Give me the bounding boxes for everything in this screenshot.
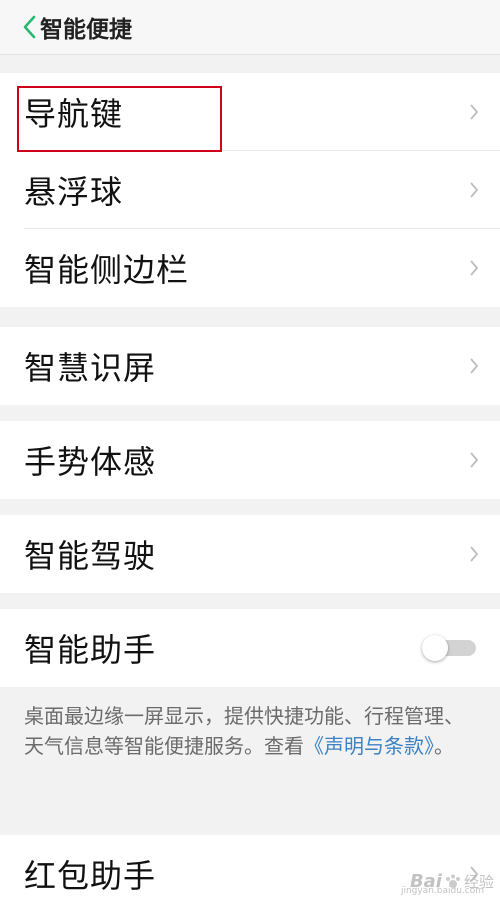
chevron-left-icon <box>23 15 36 39</box>
menu-item-label: 智能驾驶 <box>24 537 157 575</box>
menu-item-label: 红包助手 <box>24 857 157 895</box>
menu-item-label: 智能侧边栏 <box>24 251 190 289</box>
settings-group-3: 手势体感 <box>0 421 500 499</box>
back-button[interactable] <box>0 0 36 54</box>
menu-item-label: 悬浮球 <box>24 173 124 211</box>
watermark-url: jingyan.baidu.com <box>400 886 484 896</box>
menu-item-floating-ball[interactable]: 悬浮球 <box>0 151 500 229</box>
menu-item-smart-screen-recognition[interactable]: 智慧识屏 <box>0 327 500 405</box>
settings-group-2: 智慧识屏 <box>0 327 500 405</box>
chevron-right-icon <box>470 452 479 468</box>
highlight-box <box>17 86 222 152</box>
menu-item-gestures-motion[interactable]: 手势体感 <box>0 421 500 499</box>
chevron-right-icon <box>470 104 479 120</box>
terms-link[interactable]: 《声明与条款》 <box>304 734 434 758</box>
menu-item-label: 智慧识屏 <box>24 349 157 387</box>
smart-assistant-description: 桌面最边缘一屏显示，提供快捷功能、行程管理、天气信息等智能便捷服务。查看《声明与… <box>0 687 500 835</box>
settings-group-5: 智能助手 <box>0 609 500 687</box>
page-title: 智能便捷 <box>40 17 132 43</box>
description-suffix: 。 <box>434 734 454 758</box>
chevron-right-icon <box>470 546 479 562</box>
chevron-right-icon <box>470 182 479 198</box>
smart-assistant-toggle[interactable] <box>422 635 478 661</box>
toggle-knob <box>422 635 448 661</box>
chevron-right-icon <box>470 260 479 276</box>
menu-item-smart-assistant: 智能助手 <box>0 609 500 687</box>
menu-item-smart-sidebar[interactable]: 智能侧边栏 <box>0 229 500 307</box>
settings-group-4: 智能驾驶 <box>0 515 500 593</box>
top-bar: 智能便捷 <box>0 0 500 55</box>
menu-item-label: 智能助手 <box>24 631 157 669</box>
chevron-right-icon <box>470 358 479 374</box>
menu-item-smart-driving[interactable]: 智能驾驶 <box>0 515 500 593</box>
menu-item-label: 手势体感 <box>24 443 157 481</box>
watermark: Bai 经验 jingyan.baidu.com <box>401 871 494 896</box>
